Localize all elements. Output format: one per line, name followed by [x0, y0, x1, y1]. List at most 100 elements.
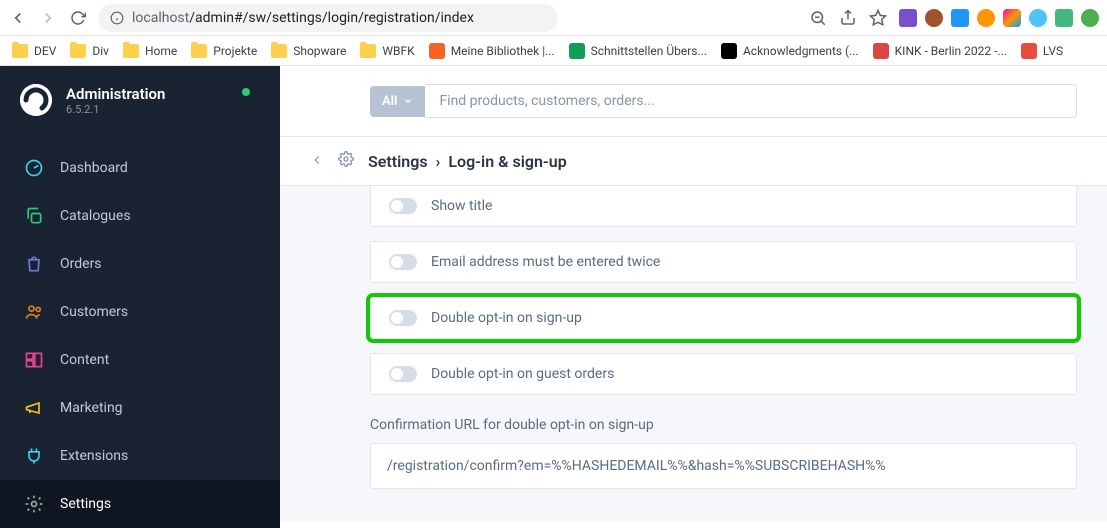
zoom-icon[interactable] [809, 9, 827, 27]
toggle-email-twice[interactable] [389, 254, 417, 270]
favicon-icon [873, 43, 889, 59]
bookmark-item[interactable]: DEV [12, 44, 56, 58]
bookmark-label: DEV [34, 44, 56, 58]
bookmark-item[interactable]: Acknowledgments (... [721, 43, 859, 59]
app-root: Administration 6.5.2.1 Dashboard Catalogu… [0, 66, 1107, 521]
toggle-show-title[interactable] [389, 198, 417, 214]
gear-icon [338, 151, 354, 167]
folder-icon [360, 44, 376, 58]
sidebar-item-marketing[interactable]: Marketing [0, 384, 280, 432]
toggle-double-optin-signup[interactable] [389, 310, 417, 326]
sidebar-item-label: Orders [60, 256, 102, 272]
sidebar-item-label: Catalogues [60, 208, 131, 224]
search-input[interactable] [425, 84, 1077, 118]
sidebar-item-extensions[interactable]: Extensions [0, 432, 280, 480]
url-bar[interactable]: localhost/admin#/sw/settings/login/regis… [98, 4, 558, 32]
bookmark-label: Projekte [213, 44, 257, 58]
sidebar-item-label: Customers [60, 304, 128, 320]
bookmark-label: KINK - Berlin 2022 -... [895, 44, 1007, 58]
favicon-icon [429, 43, 445, 59]
chevron-down-icon [403, 96, 413, 106]
bookmark-label: Meine Bibliothek |... [451, 44, 555, 58]
gear-icon [24, 494, 44, 514]
brand-version: 6.5.2.1 [66, 103, 165, 116]
ext-icon[interactable] [1029, 9, 1047, 27]
extension-icons [899, 9, 1099, 27]
setting-label: Double opt-in on guest orders [431, 366, 614, 382]
bookmarks-bar: DEV Div Home Projekte Shopware WBFK Meine Bibl… [0, 36, 1107, 66]
favicon-icon [721, 43, 737, 59]
search-filter[interactable]: All [370, 86, 425, 117]
confirm-url-input[interactable] [370, 443, 1077, 489]
sidebar-nav: Dashboard Catalogues Orders Customers Conten… [0, 144, 280, 528]
folder-icon [12, 44, 28, 58]
favicon-icon [569, 43, 585, 59]
ext-icon[interactable] [951, 9, 969, 27]
bag-icon [24, 254, 44, 274]
browser-toolbar: localhost/admin#/sw/settings/login/regis… [0, 0, 1107, 36]
setting-show-title: Show title [370, 186, 1077, 227]
bookmark-item[interactable]: LVS [1021, 43, 1063, 59]
search-filter-label: All [382, 94, 397, 109]
megaphone-icon [24, 398, 44, 418]
bookmark-label: Acknowledgments (... [743, 44, 859, 58]
folder-icon [271, 44, 287, 58]
bookmark-item[interactable]: KINK - Berlin 2022 -... [873, 43, 1007, 59]
favicon-icon [1021, 43, 1037, 59]
sidebar-item-dashboard[interactable]: Dashboard [0, 144, 280, 192]
brand-block: Administration 6.5.2.1 [0, 84, 280, 134]
breadcrumb-current: Log-in & sign-up [448, 152, 566, 171]
breadcrumb-parent[interactable]: Settings [368, 152, 428, 171]
bookmark-item[interactable]: Home [123, 44, 177, 58]
ext-icon[interactable] [899, 9, 917, 27]
share-icon[interactable] [839, 9, 857, 27]
folder-icon [123, 44, 139, 58]
ext-icon[interactable] [1081, 9, 1099, 27]
bookmark-item[interactable]: Projekte [191, 44, 257, 58]
bookmark-label: Home [145, 44, 177, 58]
bookmark-item[interactable]: WBFK [360, 44, 414, 58]
toggle-double-optin-guest[interactable] [389, 366, 417, 382]
setting-double-optin-signup: Double opt-in on sign-up [370, 297, 1077, 339]
bookmark-item[interactable]: Div [70, 44, 109, 58]
info-icon [110, 11, 124, 25]
bookmark-item[interactable]: Meine Bibliothek |... [429, 43, 555, 59]
plug-icon [24, 446, 44, 466]
layout-icon [24, 350, 44, 370]
sidebar-item-orders[interactable]: Orders [0, 240, 280, 288]
back-button[interactable] [8, 8, 28, 28]
copy-icon [24, 206, 44, 226]
ext-icon[interactable] [925, 9, 943, 27]
star-icon[interactable] [869, 9, 887, 27]
page-settings-button[interactable] [338, 151, 354, 171]
setting-label: Email address must be entered twice [431, 254, 660, 270]
status-dot-icon [242, 88, 250, 96]
sidebar-item-content[interactable]: Content [0, 336, 280, 384]
setting-double-optin-guest: Double opt-in on guest orders [370, 353, 1077, 395]
setting-email-twice: Email address must be entered twice [370, 241, 1077, 283]
page-back-button[interactable] [310, 152, 324, 171]
page-header: Settings › Log-in & sign-up [280, 137, 1107, 186]
bookmark-label: LVS [1043, 44, 1063, 58]
folder-icon [191, 44, 207, 58]
confirm-url-label: Confirmation URL for double opt-in on si… [370, 417, 1077, 433]
sidebar-item-label: Marketing [60, 400, 123, 416]
ext-icon[interactable] [1055, 9, 1073, 27]
settings-content: Show title Email address must be entered… [280, 186, 1107, 521]
setting-label: Double opt-in on sign-up [431, 310, 582, 326]
forward-button[interactable] [38, 8, 58, 28]
bookmark-item[interactable]: Schnittstellen Übers... [569, 43, 707, 59]
sidebar-item-customers[interactable]: Customers [0, 288, 280, 336]
sidebar-item-label: Content [60, 352, 109, 368]
bookmark-label: Shopware [293, 44, 346, 58]
ext-icon[interactable] [977, 9, 995, 27]
breadcrumb: Settings › Log-in & sign-up [368, 152, 567, 171]
sidebar-item-catalogues[interactable]: Catalogues [0, 192, 280, 240]
global-search: All [370, 84, 1077, 118]
bookmark-label: WBFK [382, 44, 414, 58]
reload-button[interactable] [68, 8, 88, 28]
bookmark-label: Div [92, 44, 109, 58]
ext-icon[interactable] [1003, 9, 1021, 27]
bookmark-item[interactable]: Shopware [271, 44, 346, 58]
main-area: All Settings › Log-in & sign-up Sh [280, 66, 1107, 521]
